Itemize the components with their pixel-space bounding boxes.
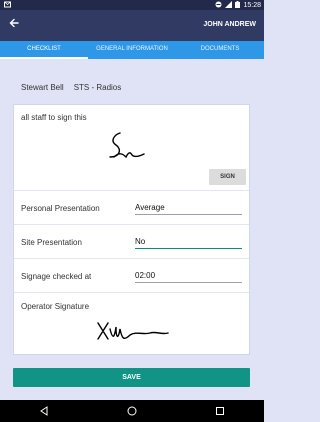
signage-checked-row: Signage checked at 02:00 (14, 259, 249, 293)
site-presentation-label: Site Presentation (21, 238, 82, 247)
personal-presentation-row: Personal Presentation Average (14, 191, 249, 225)
company-name: STS - Radios (73, 83, 122, 92)
checklist-header: Stewart Bell STS - Radios (21, 83, 121, 92)
system-nav-bar (0, 400, 264, 422)
operator-signature-label: Operator Signature (21, 302, 90, 311)
status-bar: 15:28 (0, 0, 264, 10)
clock-time: 15:28 (243, 2, 261, 9)
back-arrow-icon[interactable] (9, 17, 19, 31)
sign-prompt: all staff to sign this (21, 113, 87, 122)
app-bar: JOHN ANDREW (0, 10, 264, 41)
home-nav-icon[interactable] (126, 405, 138, 417)
site-presentation-row: Site Presentation No (14, 225, 249, 259)
operator-signature-section[interactable]: Operator Signature (14, 293, 249, 355)
tab-checklist[interactable]: CHECKLIST (0, 41, 88, 59)
tab-documents[interactable]: DOCUMENTS (176, 41, 264, 59)
personal-presentation-field[interactable]: Average (135, 201, 242, 215)
back-nav-icon[interactable] (38, 405, 50, 417)
site-presentation-field[interactable]: No (135, 235, 242, 249)
user-name: JOHN ANDREW (203, 21, 256, 28)
sign-button[interactable]: SIGN (209, 169, 246, 185)
dnd-icon (215, 1, 222, 10)
staff-signature-image (109, 132, 145, 159)
personal-presentation-label: Personal Presentation (21, 204, 100, 213)
tab-general-information[interactable]: GENERAL INFORMATION (88, 41, 176, 59)
notification-icon (4, 1, 11, 10)
person-name: Stewart Bell (21, 83, 64, 92)
tab-bar: CHECKLIST GENERAL INFORMATION DOCUMENTS (0, 41, 264, 59)
battery-icon (235, 1, 241, 10)
recents-nav-icon[interactable] (214, 405, 226, 417)
save-button[interactable]: SAVE (13, 368, 250, 387)
signal-icon (225, 1, 233, 10)
operator-signature-image (97, 322, 169, 340)
signage-checked-label: Signage checked at (21, 272, 92, 281)
signage-checked-field[interactable]: 02:00 (135, 269, 242, 283)
sign-section: all staff to sign this SIGN (14, 105, 249, 191)
checklist-card: all staff to sign this SIGN Personal Pre… (13, 104, 250, 355)
